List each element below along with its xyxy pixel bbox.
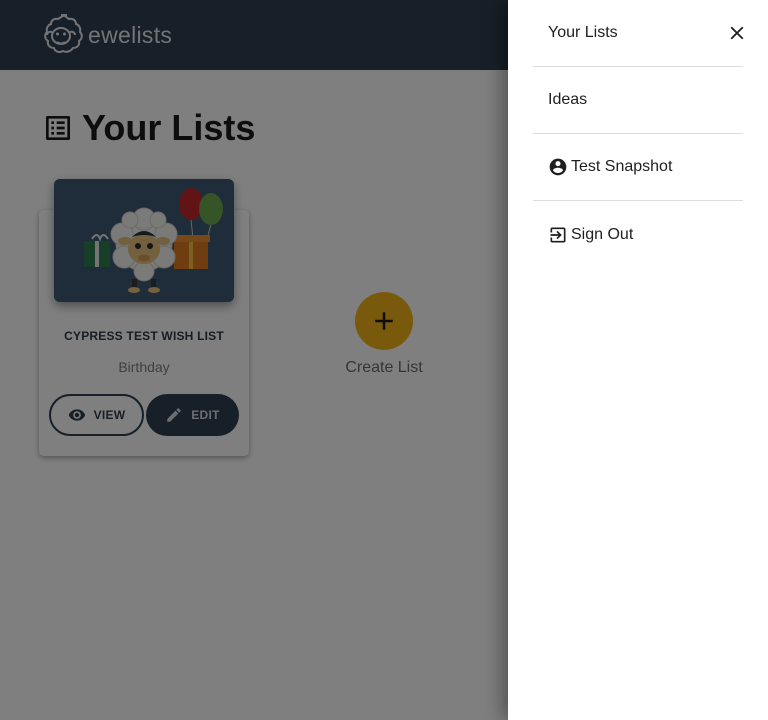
drawer-item-label: Sign Out xyxy=(571,225,634,243)
account-circle-icon xyxy=(549,158,567,176)
sign-out-icon xyxy=(550,227,566,242)
close-icon xyxy=(730,26,744,40)
close-drawer-button[interactable] xyxy=(726,22,748,44)
drawer-item-sign-out[interactable]: Sign Out xyxy=(533,201,743,268)
drawer-item-ideas[interactable]: Ideas xyxy=(533,67,743,134)
drawer-item-label: Your Lists xyxy=(548,24,618,41)
drawer-item-label: Test Snapshot xyxy=(571,158,673,175)
drawer-item-your-lists[interactable]: Your Lists xyxy=(533,0,743,67)
drawer-item-account[interactable]: Test Snapshot xyxy=(533,134,743,201)
drawer-item-label: Ideas xyxy=(548,91,588,108)
navigation-drawer: Your Lists Ideas Test Snapshot Sign Out xyxy=(508,0,768,720)
